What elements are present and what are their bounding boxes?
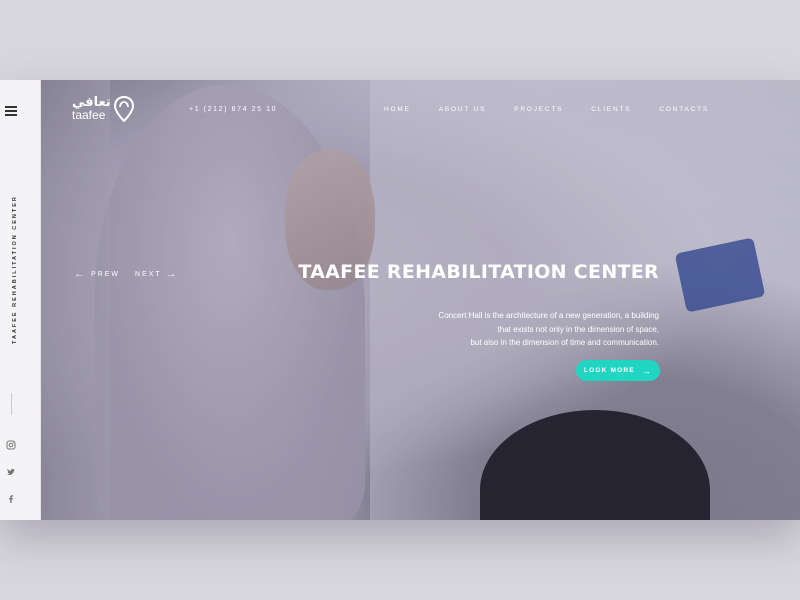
facebook-icon[interactable]: [6, 494, 16, 504]
hero-description-line: Concert Hall is the architecture of a ne…: [438, 311, 659, 320]
nav-about-us[interactable]: ABOUT US: [439, 106, 487, 113]
nav-projects[interactable]: PROJECTS: [514, 106, 563, 113]
hero-section: تعافي taafee +1 (212) 674 25 10 HOME ABO…: [40, 80, 800, 520]
sidebar-divider: [11, 393, 12, 415]
hero-description: Concert Hall is the architecture of a ne…: [399, 309, 659, 350]
hero-description-line: but also in the dimension of time and co…: [470, 338, 659, 347]
twitter-icon[interactable]: [6, 467, 16, 477]
look-more-label: LOOK MORE: [583, 367, 635, 374]
location-pin-icon: [114, 96, 134, 122]
phone-number[interactable]: +1 (212) 674 25 10: [189, 106, 277, 113]
arrow-right-icon: →: [165, 268, 179, 280]
hamburger-icon[interactable]: [5, 106, 17, 118]
nav-contacts[interactable]: CONTACTS: [659, 106, 709, 113]
slider-prev-label: PREW: [91, 270, 120, 278]
slider-next-label: NEXT: [135, 270, 162, 278]
nav-clients[interactable]: CLIENTS: [591, 106, 631, 113]
hero-overlay: [40, 80, 800, 520]
arrow-right-icon: →: [641, 365, 653, 376]
hero-title: TAAFEE REHABILITATION CENTER: [298, 261, 659, 283]
page-frame: تعافي taafee +1 (212) 674 25 10 HOME ABO…: [0, 80, 800, 520]
logo[interactable]: تعافي taafee: [72, 96, 134, 122]
slider-next-button[interactable]: NEXT →: [135, 268, 183, 280]
sidebar: TAAFEE REHABILITATION CENTER: [0, 80, 41, 520]
arrow-left-icon: ←: [74, 268, 87, 280]
hero-description-line: that exists not only in the dimension of…: [497, 324, 659, 334]
instagram-icon[interactable]: [6, 440, 16, 450]
slider-prev-button[interactable]: ← PREW: [70, 268, 120, 280]
nav-home[interactable]: HOME: [384, 106, 411, 113]
look-more-button[interactable]: LOOK MORE →: [576, 360, 660, 381]
main-nav: HOME ABOUT US PROJECTS CLIENTS CONTACTS: [384, 106, 737, 113]
sidebar-vertical-title: TAAFEE REHABILITATION CENTER: [12, 195, 18, 345]
logo-latin-text: taafee: [72, 108, 106, 122]
